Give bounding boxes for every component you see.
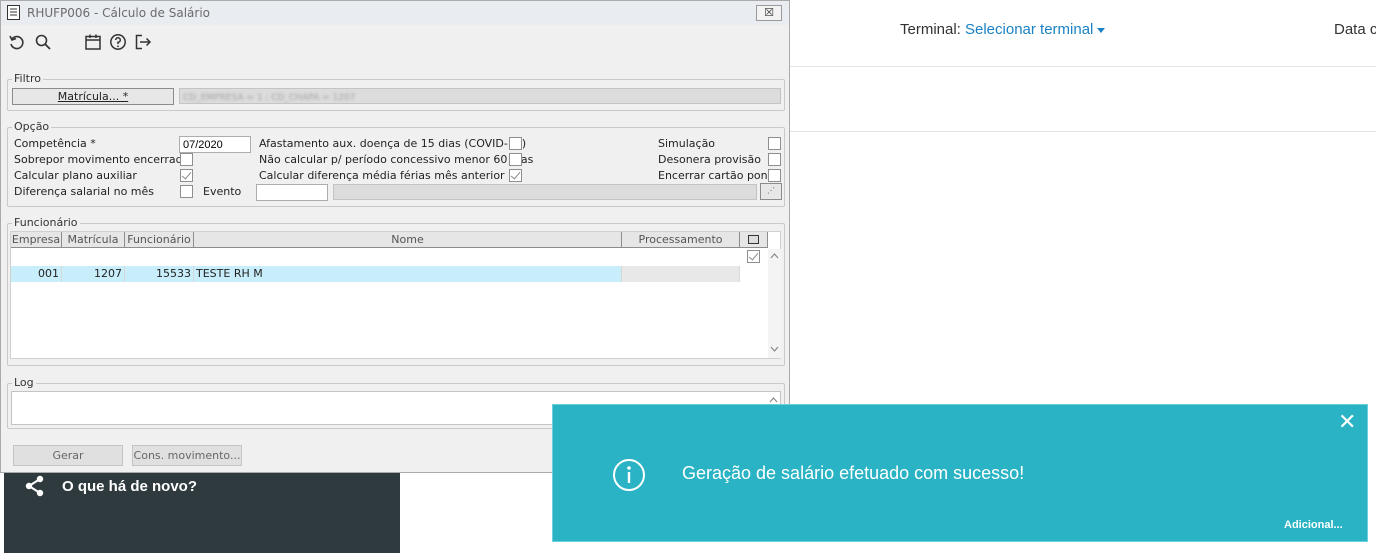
column-header-empresa[interactable]: Empresa — [11, 232, 62, 248]
funcionario-group-label: Funcionário — [12, 216, 80, 229]
sobrepor-checkbox[interactable] — [180, 153, 193, 166]
column-header-select-all[interactable] — [740, 232, 768, 248]
select-terminal-label[interactable]: Selecionar terminal — [965, 21, 1093, 38]
undo-icon[interactable] — [8, 33, 26, 51]
evento-label: Evento — [203, 185, 242, 198]
media-ferias-label: Calcular diferença média férias mês ante… — [259, 169, 505, 182]
select-terminal-dropdown[interactable]: Selecionar terminal — [965, 21, 1106, 38]
filtro-group: Filtro Matrícula... * CD_EMPRESA = 1 ; C… — [7, 72, 785, 111]
evento-description-field — [333, 184, 757, 200]
toast-more-link[interactable]: Adicional... — [1284, 519, 1343, 531]
filtro-group-label: Filtro — [12, 72, 43, 85]
cell-processamento — [622, 266, 740, 282]
share-icon[interactable] — [24, 475, 46, 497]
evento-input[interactable] — [256, 184, 328, 201]
column-header-funcionario[interactable]: Funcionário — [125, 232, 194, 248]
calculo-salario-dialog: RHUFP006 - Cálculo de Salário ☒ Filtro M… — [0, 0, 790, 473]
cell-funcionario[interactable]: 15533 — [125, 266, 194, 282]
afastamento-checkbox[interactable] — [509, 137, 522, 150]
document-icon — [7, 5, 20, 20]
scroll-down-icon[interactable] — [770, 346, 779, 352]
log-group-label: Log — [12, 376, 36, 389]
close-button[interactable]: ☒ — [756, 5, 782, 21]
help-icon[interactable] — [109, 33, 127, 51]
select-all-icon[interactable] — [748, 235, 759, 244]
matricula-button[interactable]: Matrícula... * — [12, 88, 174, 105]
plano-auxiliar-label: Calcular plano auxiliar — [14, 169, 137, 182]
scroll-up-icon[interactable] — [770, 253, 779, 259]
filter-text: CD_EMPRESA = 1 ; CD_CHAPA = 1207 — [183, 93, 356, 103]
evento-lookup-button[interactable]: ⋰ — [760, 183, 782, 200]
competencia-input[interactable] — [179, 136, 251, 153]
simulacao-label: Simulação — [658, 137, 716, 150]
sobrepor-label: Sobrepor movimento encerrado — [14, 153, 190, 166]
media-ferias-checkbox[interactable] — [509, 169, 522, 182]
opcao-group-label: Opção — [12, 120, 52, 133]
cell-empresa[interactable]: 001 — [11, 266, 62, 282]
column-header-nome[interactable]: Nome — [194, 232, 622, 248]
toast-close-icon[interactable]: ✕ — [1338, 412, 1358, 434]
column-header-matricula[interactable]: Matrícula — [62, 232, 125, 248]
toast-message: Geração de salário efetuado com sucesso! — [682, 463, 1025, 483]
nao-calcular-checkbox[interactable] — [509, 153, 522, 166]
terminal-label: Terminal: — [900, 21, 961, 38]
gerar-button[interactable]: Gerar — [13, 445, 123, 466]
desonera-label: Desonera provisão — [658, 153, 761, 166]
window-title: RHUFP006 - Cálculo de Salário — [27, 6, 210, 20]
nao-calcular-label: Não calcular p/ período concessivo menor… — [259, 153, 534, 166]
desonera-checkbox[interactable] — [768, 153, 781, 166]
diferenca-salarial-checkbox[interactable] — [180, 185, 193, 198]
encerrar-cartao-checkbox[interactable] — [768, 169, 781, 182]
filter-text-field[interactable]: CD_EMPRESA = 1 ; CD_CHAPA = 1207 — [179, 88, 781, 104]
encerrar-cartao-label: Encerrar cartão ponto — [658, 169, 779, 182]
exit-icon[interactable] — [134, 33, 152, 51]
web-header: Terminal: Selecionar terminal Data c — [790, 0, 1376, 67]
column-header-processamento[interactable]: Processamento — [622, 232, 740, 248]
diferenca-salarial-label: Diferença salarial no mês — [14, 185, 155, 198]
scroll-up-icon[interactable] — [769, 397, 778, 403]
grid-scrollbar[interactable] — [768, 249, 781, 358]
plano-auxiliar-checkbox[interactable] — [180, 169, 193, 182]
matricula-button-label[interactable]: Matrícula... * — [58, 90, 128, 103]
success-toast: ✕ Geração de salário efetuado com sucess… — [552, 404, 1368, 542]
calendar-icon[interactable] — [84, 33, 102, 51]
competencia-label: Competência * — [14, 137, 96, 150]
cons-movimento-button[interactable]: Cons. movimento... — [132, 445, 242, 466]
data-label: Data c — [1334, 21, 1376, 38]
row-select-checkbox[interactable] — [747, 250, 760, 263]
side-panel: O que há de novo? — [4, 470, 400, 553]
title-bar[interactable]: RHUFP006 - Cálculo de Salário ☒ — [1, 1, 789, 25]
whats-new-link[interactable]: O que há de novo? — [62, 478, 197, 495]
caret-down-icon[interactable] — [1097, 27, 1106, 33]
web-subheader — [790, 67, 1376, 132]
info-icon — [613, 459, 645, 491]
toolbar — [1, 27, 789, 57]
search-icon[interactable] — [34, 33, 52, 51]
funcionario-grid[interactable]: Empresa Matrícula Funcionário Nome Proce… — [10, 231, 781, 359]
cell-nome[interactable]: TESTE RH M — [194, 266, 622, 282]
simulacao-checkbox[interactable] — [768, 137, 781, 150]
afastamento-label: Afastamento aux. doença de 15 dias (COVI… — [259, 137, 527, 150]
table-row[interactable]: 001 1207 15533 TESTE RH M — [11, 249, 768, 282]
cell-matricula[interactable]: 1207 — [62, 266, 125, 282]
